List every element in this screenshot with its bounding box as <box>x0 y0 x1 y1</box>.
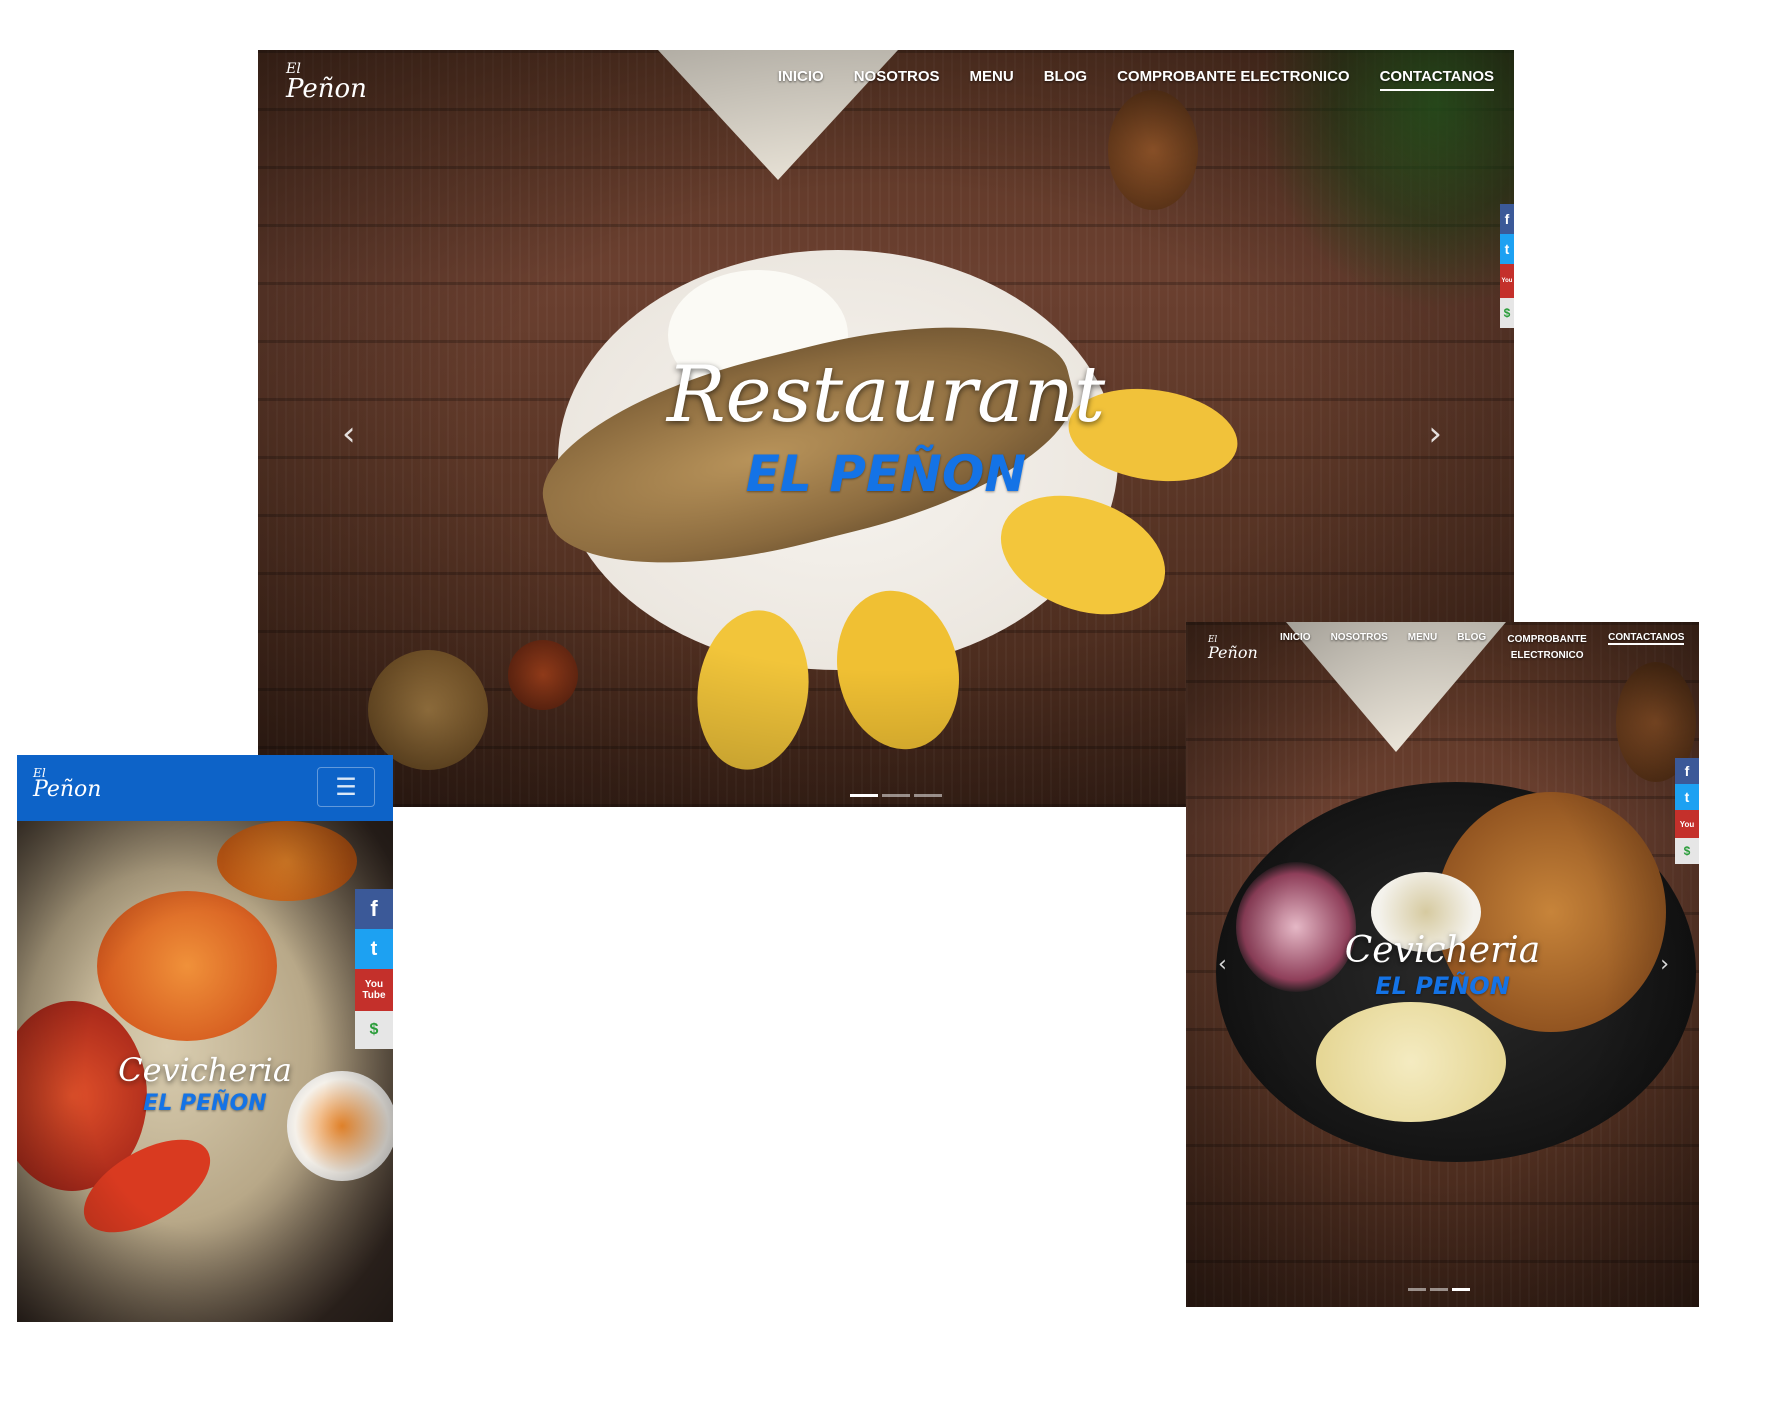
carousel-indicator[interactable] <box>1452 1288 1470 1291</box>
youtube-label-bottom: Tube <box>362 990 386 1001</box>
twitter-icon[interactable]: t <box>355 929 393 969</box>
twitter-icon[interactable]: t <box>1675 784 1699 810</box>
logo-name: Peñon <box>286 74 367 105</box>
shrimp-image <box>97 891 277 1041</box>
payment-icon[interactable]: $ <box>1500 298 1514 328</box>
facebook-icon[interactable]: f <box>355 889 393 929</box>
logo-name: Peñon <box>1208 642 1258 662</box>
nav-blog[interactable]: BLOG <box>1044 68 1087 89</box>
carousel-indicators <box>850 794 942 797</box>
carousel-indicator[interactable] <box>882 794 910 797</box>
carousel-indicator[interactable] <box>850 794 878 797</box>
nav-inicio[interactable]: INICIO <box>1280 632 1311 643</box>
logo-name: Peñon <box>33 777 102 803</box>
hero-subtitle: EL PEÑON <box>745 445 1027 503</box>
hero-title: Cevicheria <box>118 1051 292 1089</box>
carousel-prev-arrow[interactable]: ‹ <box>1218 952 1227 977</box>
potato-image <box>1316 1002 1506 1122</box>
main-nav: INICIO NOSOTROS MENU BLOG COMPROBANTE EL… <box>1280 632 1685 664</box>
nav-menu[interactable]: MENU <box>1408 632 1437 643</box>
nav-blog[interactable]: BLOG <box>1457 632 1486 643</box>
social-sidebar: f t You $ <box>1500 204 1514 328</box>
walnut-image <box>368 650 488 770</box>
youtube-label-top: You <box>364 979 384 990</box>
carousel-indicators <box>1408 1288 1470 1291</box>
nav-comprobante-electronico[interactable]: COMPROBANTE ELECTRONICO <box>1117 68 1350 89</box>
social-sidebar: f t You $ <box>1675 758 1699 864</box>
nav-nosotros[interactable]: NOSOTROS <box>1331 632 1388 643</box>
hero-title: Cevicheria <box>1344 930 1541 971</box>
carousel-next-arrow[interactable]: › <box>1428 414 1442 454</box>
site-logo[interactable]: El Peñon <box>286 62 367 105</box>
carousel-indicator[interactable] <box>914 794 942 797</box>
menu-toggle-button[interactable]: ☰ <box>317 767 375 807</box>
hamburger-icon: ☰ <box>335 773 357 801</box>
site-logo[interactable]: El Peñon <box>1208 636 1258 661</box>
hero-subtitle: EL PEÑON <box>143 1091 267 1116</box>
payment-icon[interactable]: $ <box>1675 838 1699 864</box>
payment-icon[interactable]: $ <box>355 1011 393 1049</box>
chestnut-image <box>508 640 578 710</box>
mobile-screenshot: El Peñon ☰ Cevicheria EL PEÑON f t You T… <box>17 755 393 1322</box>
nav-inicio[interactable]: INICIO <box>778 68 824 89</box>
carousel-prev-arrow[interactable]: ‹ <box>342 414 356 454</box>
tablet-screenshot: El Peñon INICIO NOSOTROS MENU BLOG COMPR… <box>1186 622 1699 1307</box>
nav-menu[interactable]: MENU <box>970 68 1014 89</box>
nav-contactanos[interactable]: CONTACTANOS <box>1608 632 1685 645</box>
nav-comprobante-electronico[interactable]: COMPROBANTE ELECTRONICO <box>1506 632 1588 664</box>
pine-cone-image <box>1108 90 1198 210</box>
nav-nosotros[interactable]: NOSOTROS <box>854 68 940 89</box>
sweet-potato-image <box>217 821 357 901</box>
facebook-icon[interactable]: f <box>1675 758 1699 784</box>
social-sidebar: f t You Tube $ <box>355 889 393 1049</box>
main-nav: INICIO NOSOTROS MENU BLOG COMPROBANTE EL… <box>778 68 1494 91</box>
facebook-icon[interactable]: f <box>1500 204 1514 234</box>
hero-title: Restaurant <box>666 350 1106 440</box>
mobile-hero: Cevicheria EL PEÑON f t You Tube $ <box>17 821 393 1322</box>
youtube-icon[interactable]: You <box>1500 264 1514 298</box>
site-logo[interactable]: El Peñon <box>33 767 101 801</box>
mobile-header: El Peñon ☰ <box>17 755 393 821</box>
carousel-indicator[interactable] <box>1408 1288 1426 1291</box>
twitter-icon[interactable]: t <box>1500 234 1514 264</box>
youtube-icon[interactable]: You Tube <box>355 969 393 1011</box>
carousel-next-arrow[interactable]: › <box>1660 952 1669 977</box>
carousel-indicator[interactable] <box>1430 1288 1448 1291</box>
hero-subtitle: EL PEÑON <box>1375 972 1510 1000</box>
nav-contactanos[interactable]: CONTACTANOS <box>1379 68 1494 91</box>
youtube-icon[interactable]: You <box>1675 810 1699 838</box>
